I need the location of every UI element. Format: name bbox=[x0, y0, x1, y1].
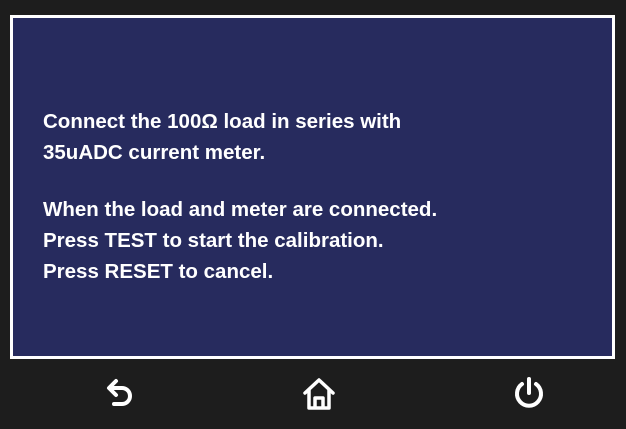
instruction-line-5: Press RESET to cancel. bbox=[43, 260, 274, 283]
instruction-line-3: When the load and meter are connected. bbox=[43, 198, 438, 221]
calibration-screen: Connect the 100Ω load in series with 35u… bbox=[0, 0, 626, 429]
instruction-line-4: Press TEST to start the calibration. bbox=[43, 229, 384, 252]
home-button[interactable] bbox=[294, 369, 344, 419]
instruction-line-2: 35uADC current meter. bbox=[43, 141, 266, 164]
power-icon bbox=[515, 377, 543, 408]
instruction-line-1: Connect the 100Ω load in series with bbox=[43, 110, 402, 133]
instruction-text: Connect the 100Ω load in series with 35u… bbox=[43, 106, 592, 287]
power-button[interactable] bbox=[504, 369, 554, 419]
back-arrow-icon bbox=[107, 379, 132, 406]
home-icon bbox=[303, 378, 335, 410]
instruction-spacer bbox=[43, 168, 592, 194]
bottom-nav-bar bbox=[0, 359, 626, 429]
message-panel: Connect the 100Ω load in series with 35u… bbox=[10, 15, 615, 359]
back-button[interactable] bbox=[94, 369, 144, 419]
